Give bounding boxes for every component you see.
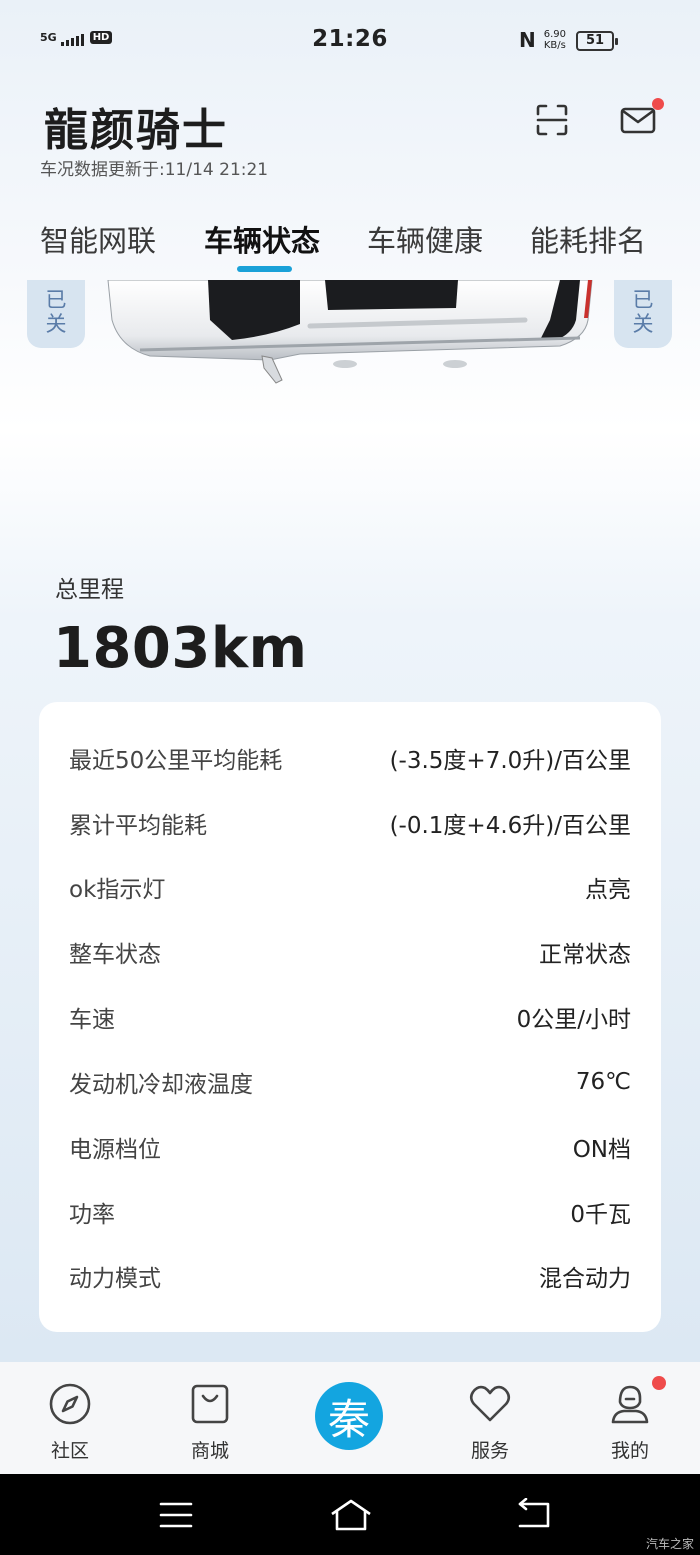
status-row: 电源档位 ON档 (69, 1127, 631, 1167)
status-label: 功率 (69, 1202, 115, 1228)
notification-dot (652, 98, 664, 110)
back-icon[interactable] (514, 1498, 552, 1530)
status-row: 最近50公里平均能耗 (-3.5度+7.0升)/百公里 (69, 738, 631, 778)
status-row: 车速 0公里/小时 (69, 997, 631, 1037)
status-right: N 6.90 KB/s (519, 28, 566, 52)
tab-energy-ranking[interactable]: 能耗排名 (530, 218, 646, 260)
vehicle-status-card: 最近50公里平均能耗 (-3.5度+7.0升)/百公里 累计平均能耗 (-0.1… (39, 702, 661, 1332)
system-navigation-bar (0, 1474, 700, 1555)
nav-service[interactable]: 服务 (430, 1362, 550, 1474)
status-value: 混合动力 (539, 1266, 631, 1292)
speed-value: 6.90 (543, 29, 566, 40)
network-speed: 6.90 KB/s (544, 29, 566, 51)
status-value: ON档 (572, 1137, 631, 1163)
right-window-status: 已 关 (614, 280, 672, 348)
status-value: 0千瓦 (570, 1202, 631, 1228)
battery-icon: 51 (576, 31, 618, 51)
nfc-icon: N (518, 28, 536, 52)
tab-vehicle-health[interactable]: 车辆健康 (367, 218, 483, 260)
status-value: 正常状态 (539, 942, 631, 968)
right-window-status-text: 已 关 (632, 288, 654, 336)
home-center-button[interactable]: 秦 (315, 1382, 383, 1450)
menu-icon[interactable] (158, 1500, 194, 1530)
status-row: 发动机冷却液温度 76℃ (69, 1062, 631, 1102)
nav-mine-label: 我的 (610, 1440, 649, 1462)
status-value: 0公里/小时 (516, 1007, 631, 1033)
status-label: ok指示灯 (69, 877, 166, 903)
active-tab-indicator (237, 266, 292, 272)
status-label: 整车状态 (69, 942, 161, 968)
status-label: 累计平均能耗 (69, 813, 207, 839)
scan-icon (536, 104, 568, 136)
left-window-status: 已 关 (27, 280, 85, 348)
mileage-value: 1803km (53, 616, 308, 681)
mail-icon (620, 107, 656, 134)
scan-button[interactable] (528, 96, 576, 144)
user-icon (611, 1385, 649, 1424)
home-icon[interactable] (328, 1498, 374, 1532)
nav-community-label: 社区 (50, 1440, 89, 1462)
mileage-label: 总里程 (55, 577, 124, 603)
nav-mine[interactable]: 我的 (570, 1362, 690, 1474)
watermark: 汽车之家 (645, 1537, 694, 1551)
status-label: 动力模式 (69, 1266, 161, 1292)
status-label: 最近50公里平均能耗 (69, 748, 283, 774)
status-label: 电源档位 (69, 1137, 161, 1163)
tab-vehicle-status[interactable]: 车辆状态 (204, 218, 320, 260)
status-bar: 5G HD 21:26 N 6.90 KB/s 51 (0, 0, 700, 80)
status-row: ok指示灯 点亮 (69, 867, 631, 907)
heart-icon (469, 1385, 511, 1422)
update-time: 车况数据更新于:11/14 21:21 (40, 160, 269, 180)
nav-service-label: 服务 (470, 1440, 509, 1462)
status-value: 76℃ (575, 1069, 631, 1095)
compass-icon (49, 1383, 91, 1425)
nav-mall-label: 商城 (190, 1440, 229, 1462)
status-label: 车速 (69, 1007, 115, 1033)
status-value: (-0.1度+4.6升)/百公里 (389, 813, 631, 839)
status-row: 动力模式 混合动力 (69, 1256, 631, 1296)
status-value: 点亮 (585, 877, 631, 903)
status-row: 累计平均能耗 (-0.1度+4.6升)/百公里 (69, 803, 631, 843)
speed-unit: KB/s (543, 40, 566, 51)
status-row: 功率 0千瓦 (69, 1192, 631, 1232)
status-label: 发动机冷却液温度 (69, 1072, 253, 1098)
nav-community[interactable]: 社区 (10, 1362, 130, 1474)
notification-dot (652, 1376, 666, 1390)
car-image (0, 280, 700, 420)
tab-bar: 智能网联 车辆状态 车辆健康 能耗排名 (0, 218, 700, 278)
status-row: 整车状态 正常状态 (69, 932, 631, 972)
tab-smart-connect[interactable]: 智能网联 (40, 218, 156, 260)
shopping-bag-icon (191, 1384, 229, 1424)
left-window-status-text: 已 关 (45, 288, 67, 336)
status-value: (-3.5度+7.0升)/百公里 (389, 748, 631, 774)
nav-mall[interactable]: 商城 (150, 1362, 270, 1474)
qin-logo-icon: 秦 (327, 1394, 370, 1444)
page-title: 龍颜骑士 (44, 105, 228, 156)
message-button[interactable] (614, 96, 664, 144)
